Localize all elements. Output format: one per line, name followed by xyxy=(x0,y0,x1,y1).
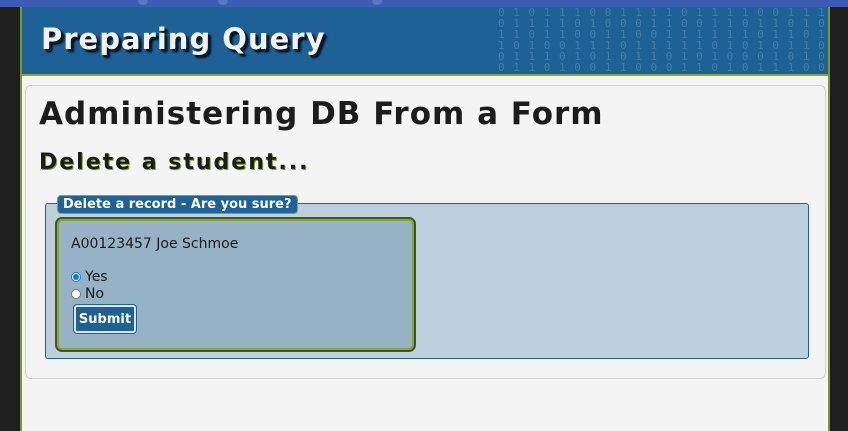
no-label: No xyxy=(85,286,105,302)
submit-button[interactable]: Submit xyxy=(74,305,136,333)
browser-top-strip xyxy=(0,0,848,7)
option-yes[interactable]: Yes xyxy=(71,269,108,285)
record-info: A00123457 Joe Schmoe xyxy=(71,236,239,252)
page-title: Administering DB From a Form xyxy=(39,96,604,132)
site-banner: 0 1 0 1 1 1 0 0 1 1 1 1 0 1 1 1 1 0 0 1 … xyxy=(22,7,828,76)
banner-title: Preparing Query xyxy=(41,22,326,56)
content-panel: Administering DB From a Form Delete a st… xyxy=(25,85,826,379)
yes-label: Yes xyxy=(85,269,108,285)
tab-icon xyxy=(372,0,382,5)
option-no[interactable]: No xyxy=(71,286,104,302)
binary-code-decoration: 0 1 0 1 1 1 0 0 1 1 1 1 0 1 1 1 1 0 0 1 … xyxy=(498,7,826,74)
fieldset-legend: Delete a record - Are you sure? xyxy=(57,195,298,214)
delete-record-fieldset: Delete a record - Are you sure? A0012345… xyxy=(45,195,809,359)
no-radio[interactable] xyxy=(71,289,81,299)
page-frame: 0 1 0 1 1 1 0 0 1 1 1 1 0 1 1 1 1 0 0 1 … xyxy=(20,7,830,431)
delete-confirm-card: A00123457 Joe Schmoe Yes No Submit xyxy=(55,217,416,352)
tab-icon xyxy=(218,0,228,5)
tab-icon xyxy=(138,0,148,5)
page-subtitle: Delete a student... xyxy=(39,150,310,175)
yes-radio[interactable] xyxy=(71,272,81,282)
